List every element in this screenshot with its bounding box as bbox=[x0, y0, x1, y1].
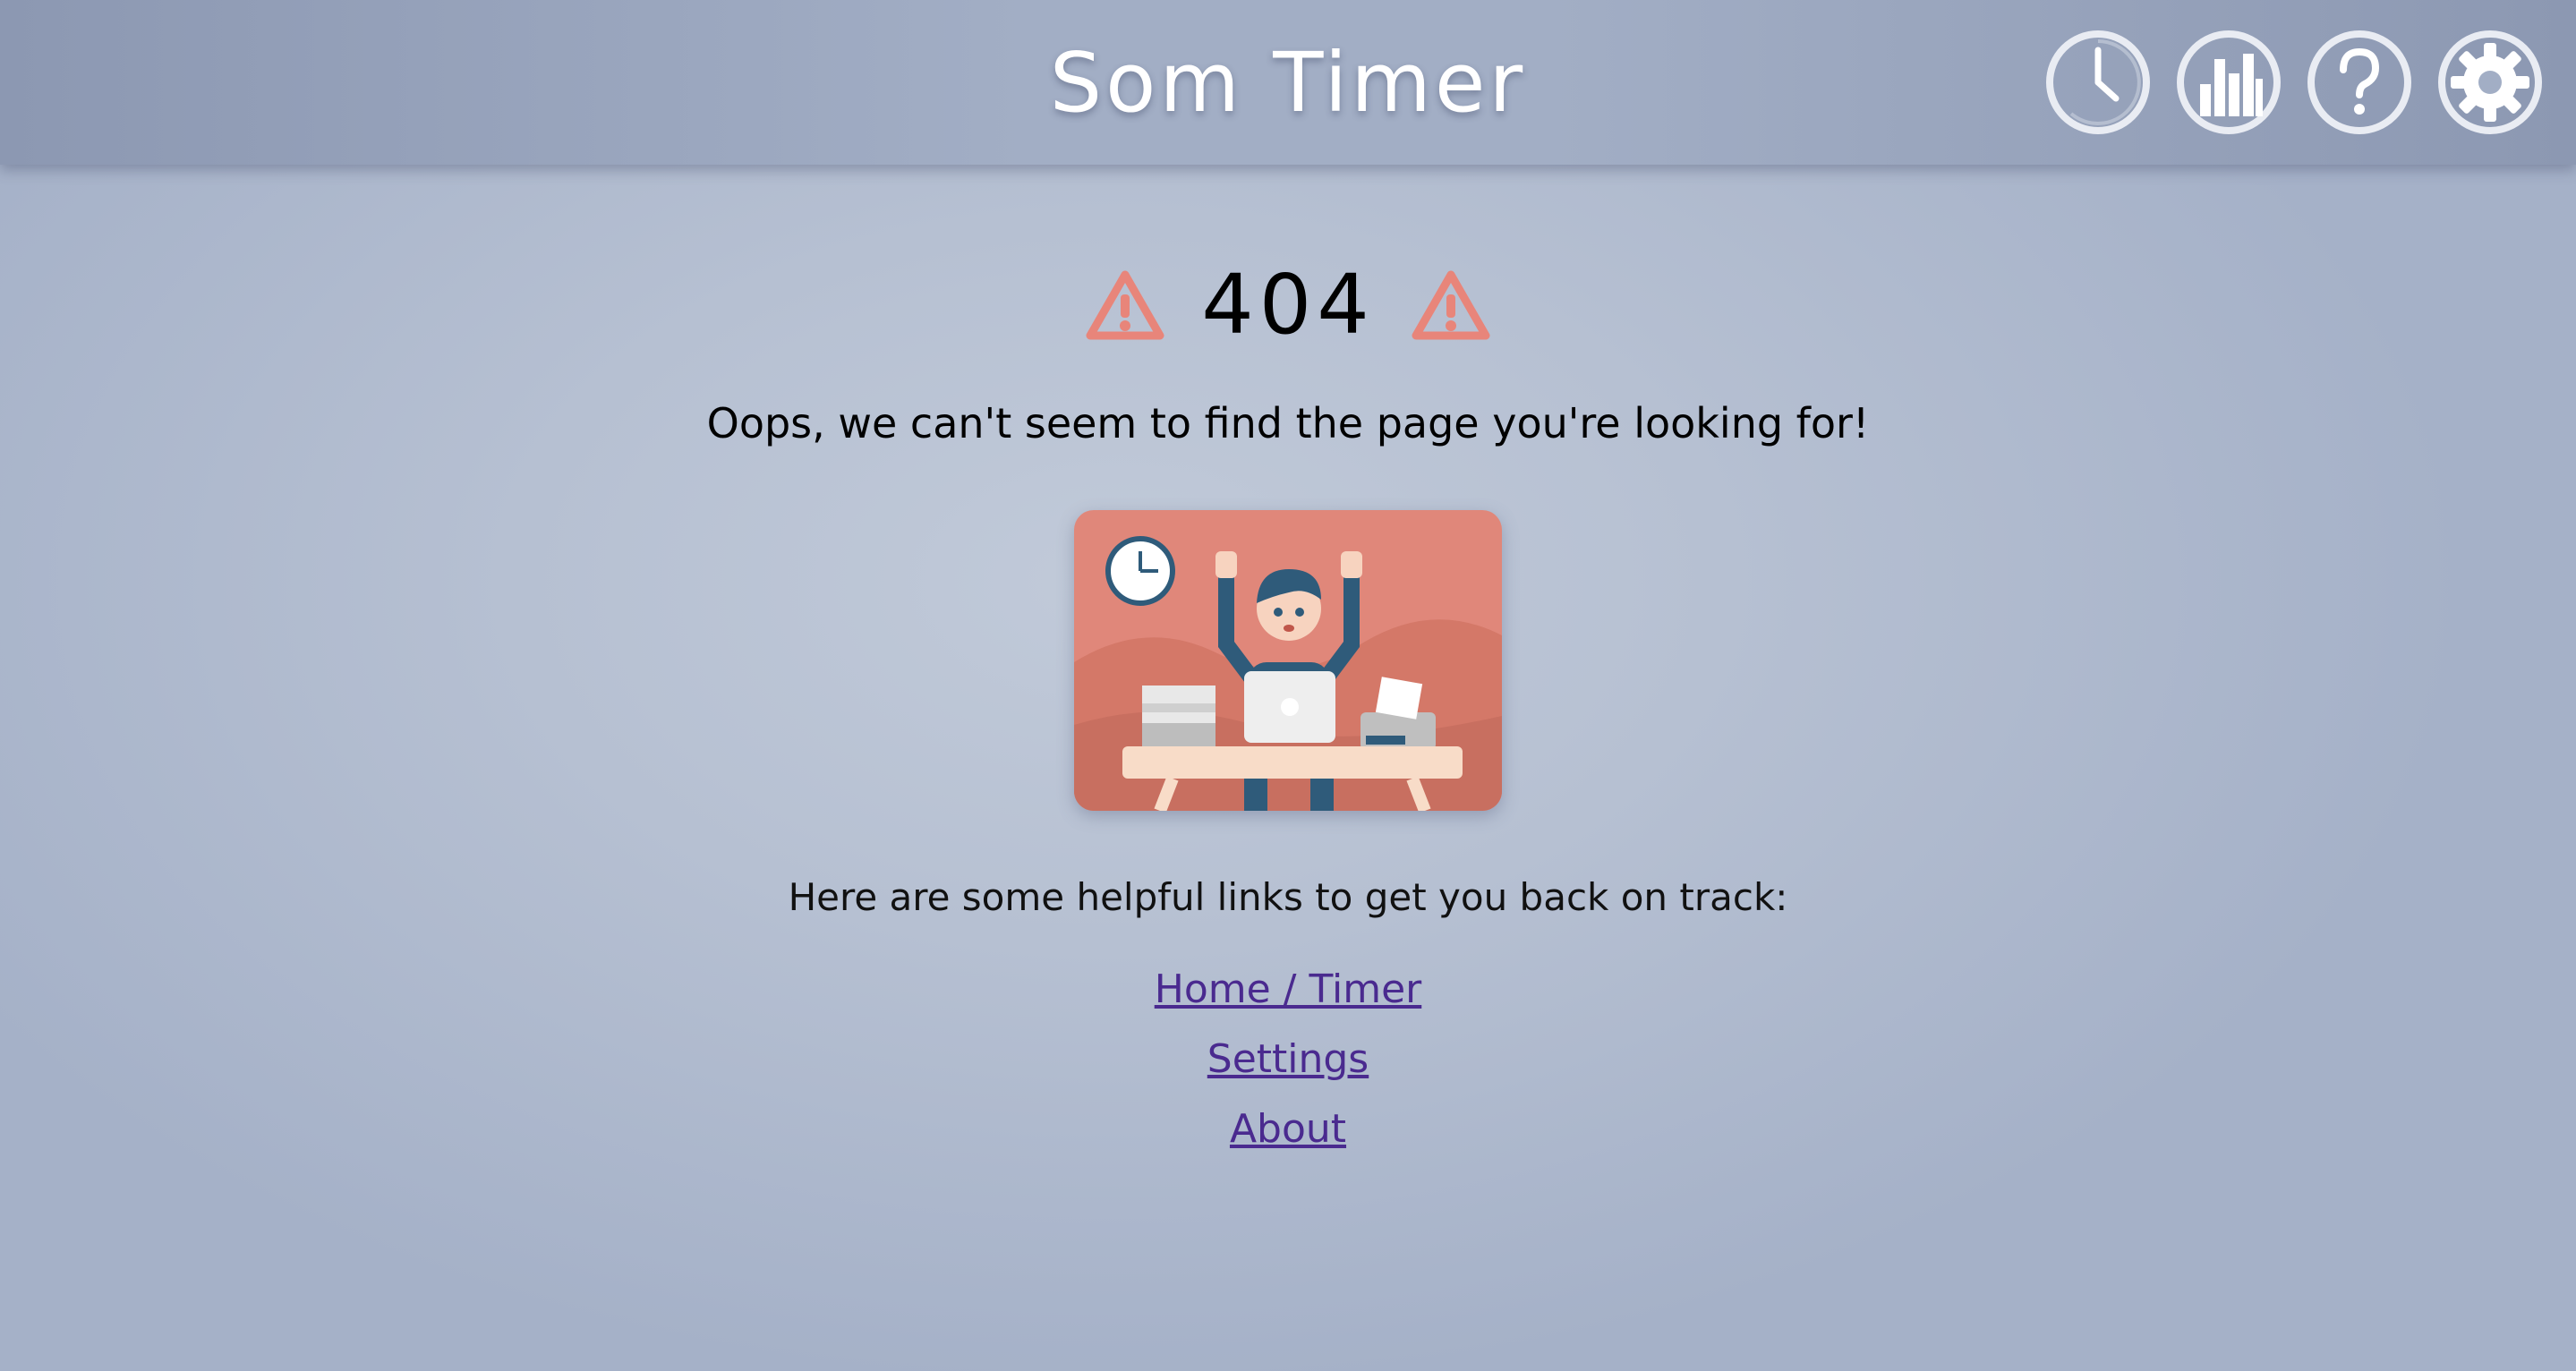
error-code: 404 bbox=[1201, 257, 1375, 353]
link-settings[interactable]: Settings bbox=[1207, 1033, 1369, 1086]
clock-icon bbox=[1105, 536, 1175, 606]
warning-icon bbox=[1085, 268, 1165, 343]
header-nav bbox=[2044, 29, 2544, 136]
error-message: Oops, we can't seem to find the page you… bbox=[706, 399, 1870, 447]
helpful-links: Home / Timer Settings About bbox=[0, 963, 2576, 1156]
settings-icon[interactable] bbox=[2436, 29, 2544, 136]
main-content: 404 Oops, we can't seem to find the page… bbox=[0, 165, 2576, 1371]
timer-icon[interactable] bbox=[2044, 29, 2152, 136]
error-heading: 404 bbox=[0, 256, 2576, 354]
app-header: Som Timer bbox=[0, 0, 2576, 165]
link-home-timer[interactable]: Home / Timer bbox=[1155, 963, 1422, 1017]
stressed-worker-illustration bbox=[1074, 510, 1502, 811]
warning-icon bbox=[1411, 268, 1491, 343]
helpful-links-text: Here are some helpful links to get you b… bbox=[788, 875, 1788, 919]
help-icon[interactable] bbox=[2306, 29, 2413, 136]
link-about[interactable]: About bbox=[1230, 1103, 1346, 1156]
statistics-icon[interactable] bbox=[2175, 29, 2282, 136]
